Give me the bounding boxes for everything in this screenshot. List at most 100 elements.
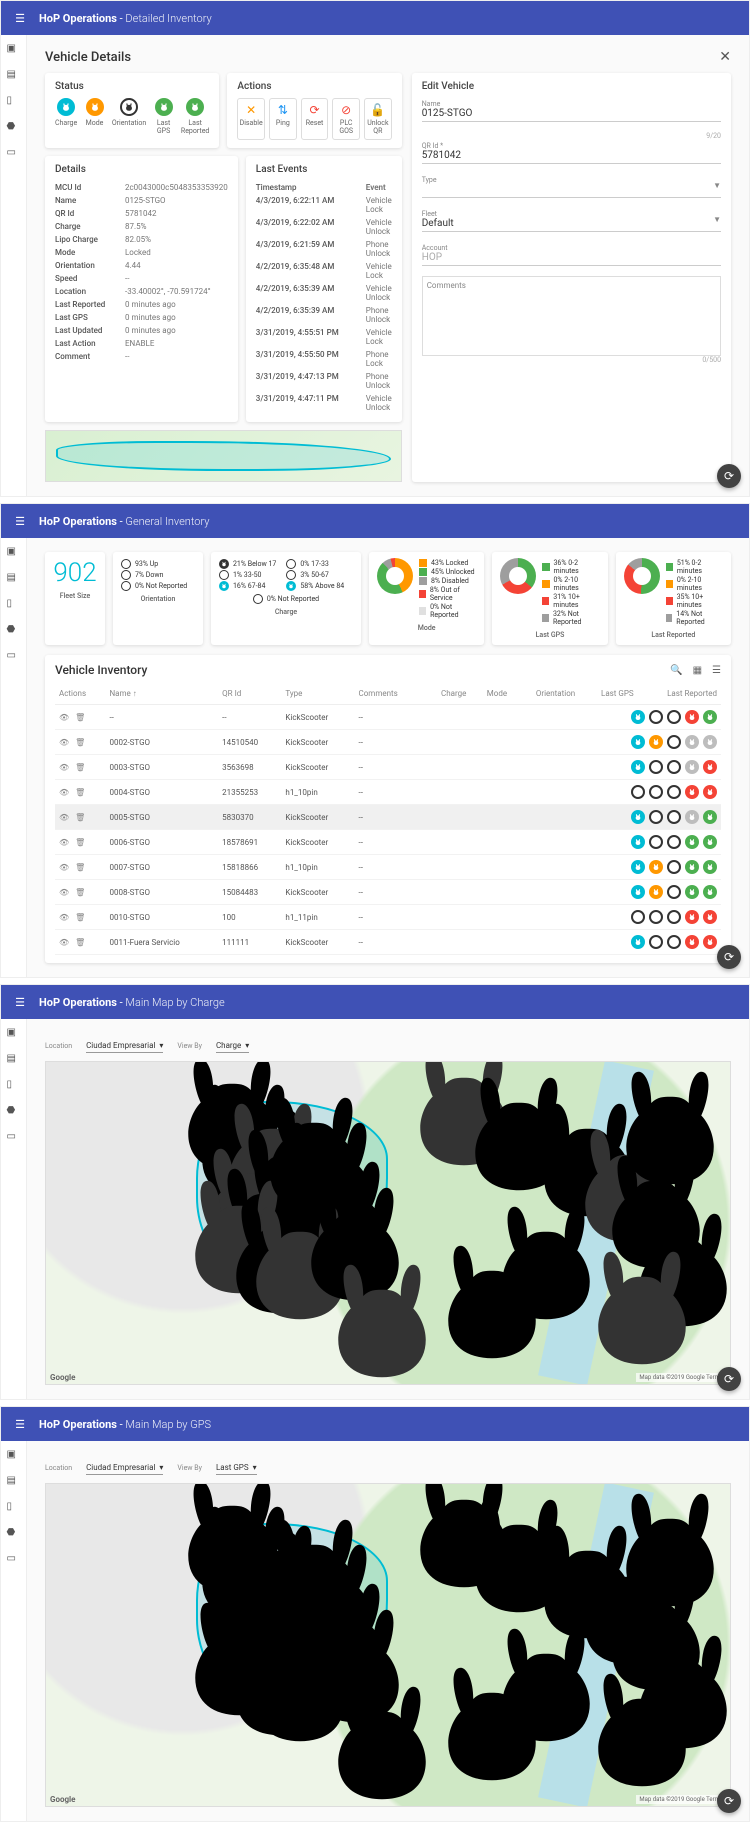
menu-icon[interactable]: ☰ (11, 12, 29, 25)
nav-icon-shield[interactable]: ⬣ (7, 624, 21, 638)
appbar: ☰ HoP Operations - Detailed Inventory (1, 1, 749, 35)
table-row[interactable]: 👁🗑 0005-STGO 5830370 KickScooter -- (55, 805, 721, 830)
table-row[interactable]: 👁🗑 0007-STGO 15818866 h1_10pin -- (55, 855, 721, 880)
table-row[interactable]: 👁🗑 0004-STGO 21355253 h1_10pin -- (55, 780, 721, 805)
map-canvas[interactable]: Google Map data ©2019 Google Terms (45, 1483, 731, 1807)
delete-icon[interactable]: 🗑 (75, 738, 85, 747)
nav-icon-clipboard[interactable]: ▤ (7, 1053, 21, 1067)
view-icon[interactable]: 👁 (59, 838, 69, 847)
location-select[interactable]: Ciudad Empresarial ▾ (86, 1039, 163, 1053)
col-actions[interactable]: Actions (55, 683, 105, 705)
delete-icon[interactable]: 🗑 (75, 713, 85, 722)
name-input[interactable]: 0125-STGO (422, 108, 721, 119)
refresh-fab[interactable]: ⟳ (717, 945, 741, 969)
nav-icon-map[interactable]: ▣ (7, 1027, 21, 1041)
col-lastgps[interactable]: Last GPS (579, 683, 637, 705)
table-row[interactable]: 👁🗑 0011-Fuera Servicio 111111 KickScoote… (55, 930, 721, 955)
nav-icon-clipboard[interactable]: ▤ (7, 1475, 21, 1489)
nav-icon-map[interactable]: ▣ (7, 1449, 21, 1463)
nav-icon-card[interactable]: ▭ (7, 147, 21, 161)
nav-icon-card[interactable]: ▭ (7, 1131, 21, 1145)
map-marker[interactable] (658, 1117, 681, 1140)
col-lastrep[interactable]: Last Reported (638, 683, 721, 705)
view-icon[interactable]: 👁 (59, 913, 69, 922)
appbar-subtitle: Main Map by GPS (125, 1418, 211, 1431)
col-comments[interactable]: Comments (355, 683, 423, 705)
menu-icon[interactable]: ☰ (11, 515, 29, 528)
map-marker[interactable] (631, 1297, 654, 1320)
nav-icon-phone[interactable]: ▯ (7, 1079, 21, 1093)
view-icon[interactable]: 👁 (59, 738, 69, 747)
refresh-fab[interactable]: ⟳ (717, 1367, 741, 1391)
view-icon[interactable]: 👁 (59, 863, 69, 872)
table-row[interactable]: 👁🗑 0010-STGO 100 h1_11pin -- (55, 905, 721, 930)
view-icon[interactable]: 👁 (59, 888, 69, 897)
col-mode[interactable]: Mode (470, 683, 511, 705)
delete-icon[interactable]: 🗑 (75, 813, 85, 822)
type-label: Type (422, 176, 437, 184)
unlockqr-button[interactable]: 🔓Unlock QR (364, 98, 392, 140)
viewby-select[interactable]: Charge ▾ (216, 1039, 249, 1053)
menu-icon[interactable]: ☰ (11, 996, 29, 1009)
location-select[interactable]: Ciudad Empresarial ▾ (86, 1461, 163, 1475)
nav-icon-phone[interactable]: ▯ (7, 598, 21, 612)
view-icon[interactable]: 👁 (59, 713, 69, 722)
delete-icon[interactable]: 🗑 (75, 888, 85, 897)
mini-map[interactable] (45, 430, 402, 482)
nav-icon-clipboard[interactable]: ▤ (7, 572, 21, 586)
table-row[interactable]: 👁🗑 -- -- KickScooter -- (55, 705, 721, 730)
nav-icon-map[interactable]: ▣ (7, 546, 21, 560)
view-icon[interactable]: 👁 (59, 788, 69, 797)
map-marker[interactable] (371, 1310, 394, 1333)
view-icon[interactable]: 👁 (59, 938, 69, 947)
viewby-select[interactable]: Last GPS ▾ (216, 1461, 257, 1475)
delete-icon[interactable]: 🗑 (75, 788, 85, 797)
nav-icon-map[interactable]: ▣ (7, 43, 21, 57)
refresh-fab[interactable]: ⟳ (717, 1789, 741, 1813)
nav-icon-card[interactable]: ▭ (7, 650, 21, 664)
table-row[interactable]: 👁🗑 0008-STGO 15084483 KickScooter -- (55, 880, 721, 905)
search-icon[interactable]: 🔍 (670, 665, 682, 676)
nav-icon-card[interactable]: ▭ (7, 1553, 21, 1567)
nav-icon-shield[interactable]: ⬣ (7, 1105, 21, 1119)
nav-icon-clipboard[interactable]: ▤ (7, 69, 21, 83)
columns-icon[interactable]: ▦ (693, 665, 702, 676)
view-icon[interactable]: 👁 (59, 813, 69, 822)
map-marker[interactable] (371, 1732, 394, 1755)
disable-button[interactable]: ✕Disable (237, 98, 265, 140)
col-qr[interactable]: QR Id (218, 683, 281, 705)
plcgos-button[interactable]: ⊘PLC GOS (332, 98, 360, 140)
menu-icon[interactable]: ☰ (11, 1418, 29, 1431)
delete-icon[interactable]: 🗑 (75, 863, 85, 872)
qr-input[interactable]: 5781042 (422, 150, 721, 161)
map-marker[interactable] (658, 1539, 681, 1562)
view-icon[interactable]: 👁 (59, 763, 69, 772)
col-name[interactable]: Name ↑ (105, 683, 218, 705)
col-orientation[interactable]: Orientation (511, 683, 579, 705)
col-charge[interactable]: Charge (422, 683, 470, 705)
map-canvas[interactable]: Google Map data ©2019 Google Terms (45, 1061, 731, 1385)
legend-item: 31% 10+ minutes (542, 593, 599, 609)
comments-input[interactable]: Comments (422, 276, 721, 356)
refresh-fab[interactable]: ⟳ (717, 464, 741, 488)
table-row[interactable]: 👁🗑 0003-STGO 3563698 KickScooter -- (55, 755, 721, 780)
nav-icon-shield[interactable]: ⬣ (7, 121, 21, 135)
location-label: Location (45, 1464, 72, 1472)
delete-icon[interactable]: 🗑 (75, 763, 85, 772)
delete-icon[interactable]: 🗑 (75, 938, 85, 947)
nav-icon-phone[interactable]: ▯ (7, 1501, 21, 1515)
ping-button[interactable]: ⇅Ping (269, 98, 297, 140)
map-marker[interactable] (631, 1719, 654, 1742)
reset-button[interactable]: ⟳Reset (301, 98, 329, 140)
delete-icon[interactable]: 🗑 (75, 913, 85, 922)
table-row[interactable]: 👁🗑 0002-STGO 14510540 KickScooter -- (55, 730, 721, 755)
table-row[interactable]: 👁🗑 0006-STGO 18578691 KickScooter -- (55, 830, 721, 855)
nav-icon-phone[interactable]: ▯ (7, 95, 21, 109)
col-type[interactable]: Type (281, 683, 354, 705)
nav-icon-shield[interactable]: ⬣ (7, 1527, 21, 1541)
fleet-select[interactable]: Fleet Default ▼ (422, 208, 721, 232)
filter-icon[interactable]: ☰ (712, 665, 721, 676)
type-select[interactable]: Type ▼ (422, 174, 721, 198)
close-icon[interactable]: ✕ (719, 49, 731, 65)
delete-icon[interactable]: 🗑 (75, 838, 85, 847)
